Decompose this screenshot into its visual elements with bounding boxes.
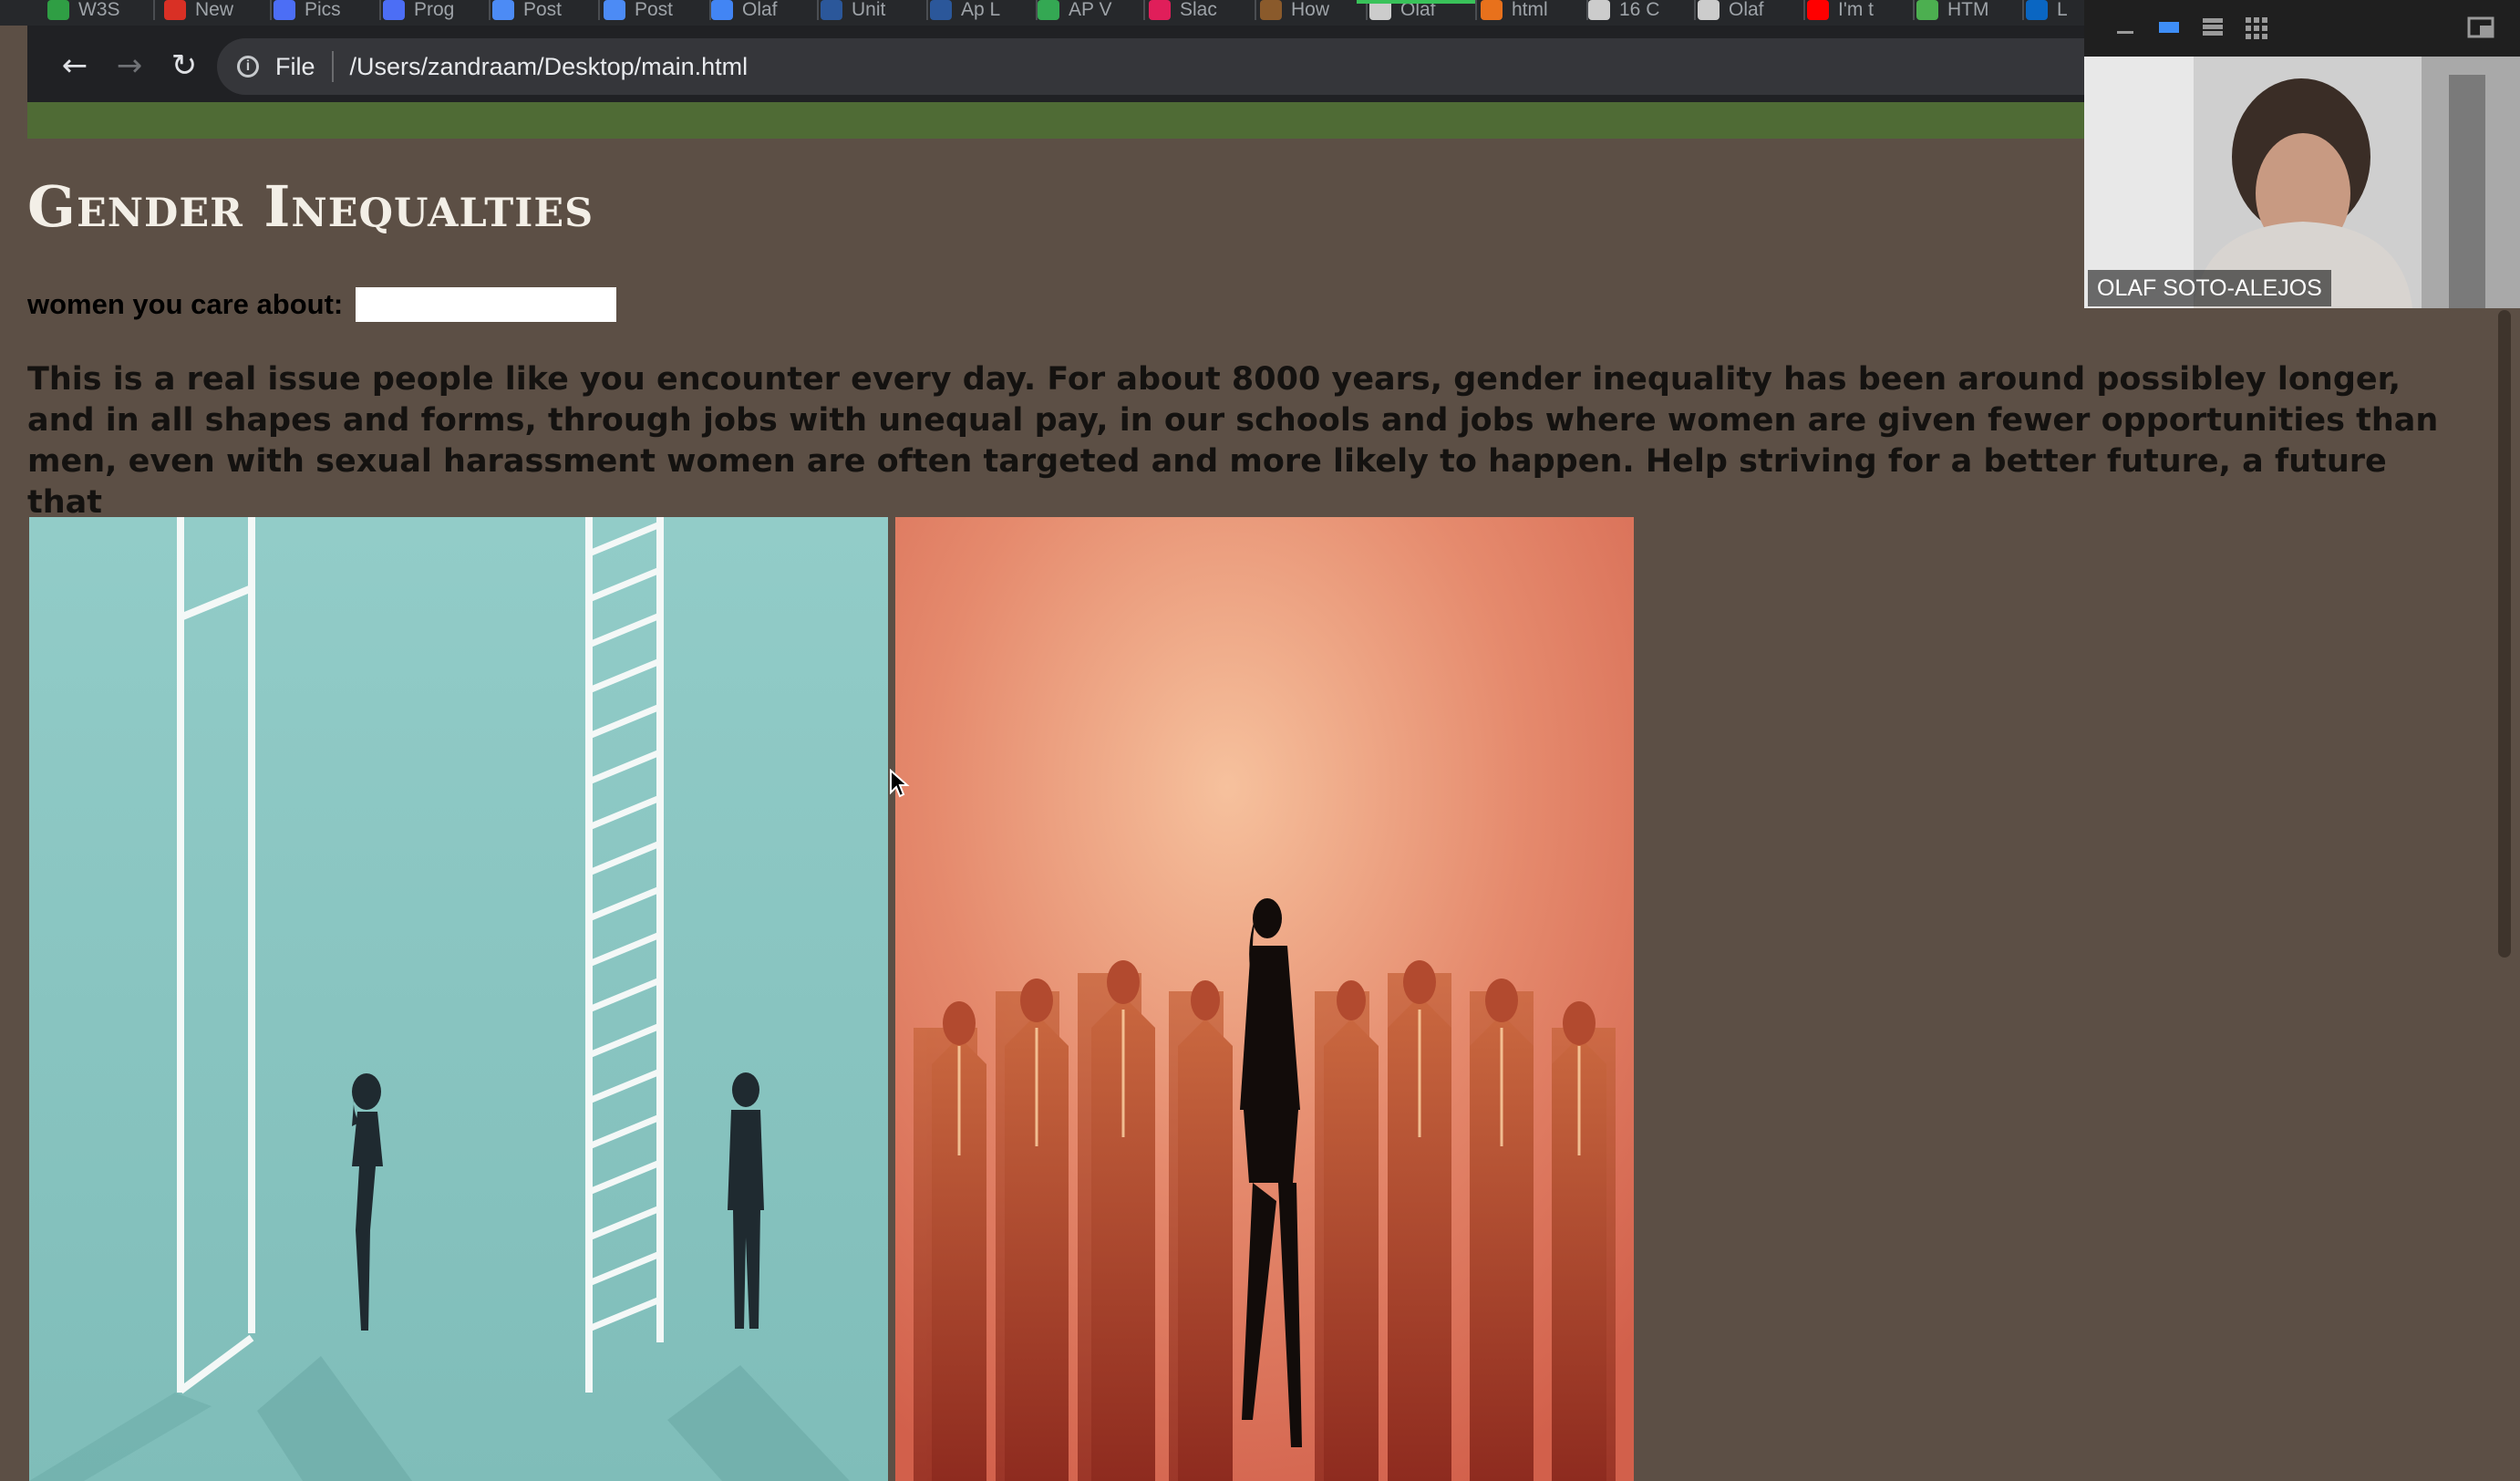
- tab-label: Post: [635, 0, 674, 20]
- browser-tab[interactable]: HTM: [1907, 0, 2024, 20]
- tab-label: Pics: [305, 0, 341, 20]
- tab-label: Unit: [852, 0, 886, 20]
- browser-tab[interactable]: I'm t: [1798, 0, 1915, 20]
- tab-favicon-icon: [604, 0, 625, 20]
- tab-label: 16 C: [1619, 0, 1660, 20]
- woman-among-men-illustration: [895, 517, 1634, 1481]
- browser-toolbar: ← → ↻ i File /Users/zandraam/Desktop/mai…: [27, 26, 2088, 108]
- tab-label: New: [195, 0, 234, 20]
- women-input[interactable]: [356, 287, 617, 322]
- browser-tab[interactable]: Post: [483, 0, 600, 20]
- tab-label: Ap L: [961, 0, 1001, 20]
- minimize-icon[interactable]: [2115, 16, 2135, 36]
- reload-icon: ↻: [170, 47, 198, 84]
- tab-label: W3S: [78, 0, 120, 20]
- tab-favicon-icon: [1698, 0, 1720, 20]
- tab-label: Post: [523, 0, 563, 20]
- browser-tab[interactable]: New: [155, 0, 272, 20]
- active-tab-indicator: [1357, 0, 1475, 4]
- back-button[interactable]: ←: [51, 42, 98, 89]
- video-call-toolbar: [2084, 0, 2520, 57]
- tab-label: L: [2057, 0, 2068, 20]
- reload-button[interactable]: ↻: [160, 42, 208, 89]
- tab-label: HTM: [1947, 0, 1989, 20]
- tab-favicon-icon: [1807, 0, 1829, 20]
- browser-tab[interactable]: Pics: [264, 0, 381, 20]
- tab-favicon-icon: [383, 0, 405, 20]
- tab-favicon-icon: [274, 0, 295, 20]
- tab-favicon-icon: [164, 0, 186, 20]
- tab-favicon-icon: [492, 0, 514, 20]
- tab-label: html: [1512, 0, 1548, 20]
- scheme-label: File: [275, 52, 315, 80]
- browser-tab[interactable]: Slac: [1140, 0, 1256, 20]
- page-scrollbar[interactable]: [2498, 310, 2511, 958]
- browser-tab[interactable]: Prog: [374, 0, 491, 20]
- tab-favicon-icon: [930, 0, 952, 20]
- tab-favicon-icon: [1038, 0, 1059, 20]
- url-text[interactable]: /Users/zandraam/Desktop/main.html: [350, 53, 749, 81]
- input-row: women you care about:: [27, 287, 617, 322]
- strip-view-icon[interactable]: [2201, 16, 2225, 38]
- page-top-bar: [27, 102, 2097, 139]
- expand-window-icon[interactable]: [2467, 16, 2494, 38]
- tab-label: Prog: [414, 0, 455, 20]
- browser-tab[interactable]: Ap L: [921, 0, 1038, 20]
- tab-label: AP V: [1069, 0, 1112, 20]
- participant-name-label: OLAF SOTO-ALEJOS: [2088, 270, 2331, 306]
- tab-favicon-icon: [1916, 0, 1938, 20]
- browser-tab[interactable]: W3S: [38, 0, 155, 20]
- tab-favicon-icon: [821, 0, 842, 20]
- tab-label: How: [1291, 0, 1330, 20]
- info-icon[interactable]: i: [237, 56, 259, 78]
- tab-favicon-icon: [711, 0, 733, 20]
- browser-tab[interactable]: AP V: [1028, 0, 1145, 20]
- browser-tab[interactable]: 16 C: [1579, 0, 1696, 20]
- body-paragraph: This is a real issue people like you enc…: [27, 361, 2439, 521]
- speaker-view-icon[interactable]: [2157, 16, 2181, 36]
- address-bar[interactable]: i File /Users/zandraam/Desktop/main.html: [217, 38, 2086, 95]
- tab-favicon-icon: [1481, 0, 1503, 20]
- tab-favicon-icon: [2026, 0, 2048, 20]
- gallery-view-icon[interactable]: [2245, 16, 2268, 40]
- browser-tab[interactable]: Olaf: [702, 0, 819, 20]
- tab-favicon-icon: [1260, 0, 1282, 20]
- tab-label: Slac: [1180, 0, 1217, 20]
- browser-tab[interactable]: Olaf: [1689, 0, 1805, 20]
- url-divider: [331, 51, 334, 82]
- tab-favicon-icon: [1149, 0, 1171, 20]
- page-title: Gender Inequalties: [27, 173, 594, 240]
- tab-favicon-icon: [1588, 0, 1610, 20]
- browser-tab[interactable]: How: [1251, 0, 1368, 20]
- browser-tab[interactable]: Unit: [811, 0, 928, 20]
- tab-label: Olaf: [742, 0, 778, 20]
- browser-tab[interactable]: Post: [594, 0, 711, 20]
- forward-arrow-icon: →: [116, 47, 143, 84]
- tab-label: I'm t: [1838, 0, 1875, 20]
- ladders-illustration: [29, 517, 888, 1481]
- browser-tab[interactable]: html: [1472, 0, 1588, 20]
- input-label: women you care about:: [27, 288, 344, 320]
- tab-label: Olaf: [1729, 0, 1764, 20]
- forward-button[interactable]: →: [106, 42, 153, 89]
- mouse-cursor-icon: [890, 769, 910, 798]
- back-arrow-icon: ←: [61, 47, 88, 84]
- tab-favicon-icon: [47, 0, 69, 20]
